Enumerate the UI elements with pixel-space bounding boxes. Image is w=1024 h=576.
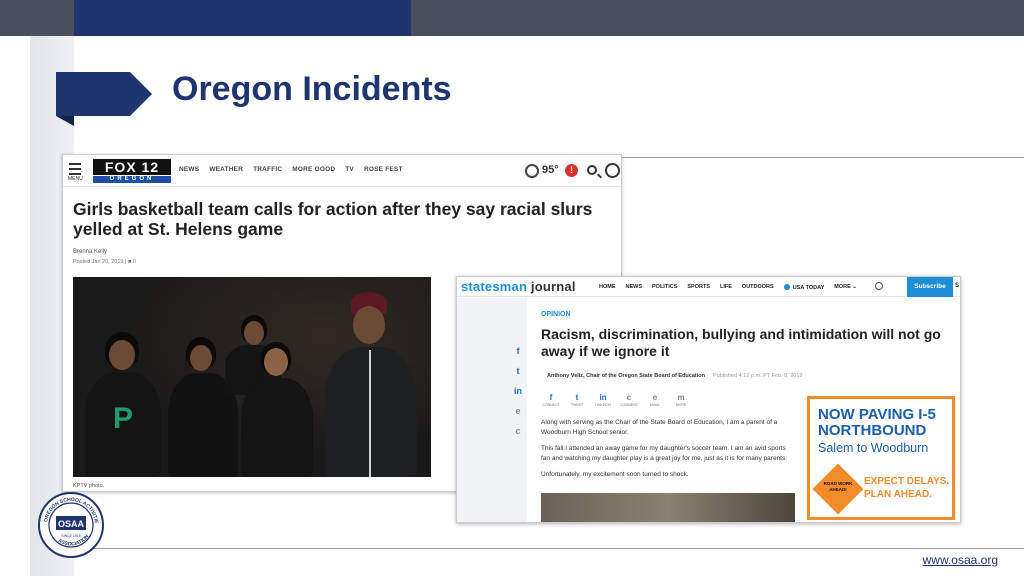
published-date: Published 4:12 p.m. PT Feb. 8, 2019 [712, 373, 803, 379]
sj-nav-home[interactable]: HOME [599, 284, 616, 291]
chevron-down-icon: ⌄ [852, 284, 857, 290]
sj-nav-usa-today[interactable]: USA TODAY [783, 284, 825, 291]
ad-warning: EXPECT DELAYS. PLAN AHEAD. [864, 476, 950, 500]
player-figure [321, 292, 421, 477]
sj-nav-cutoff-letter: S [955, 283, 960, 289]
fox12-weather-widget: 95° ! [525, 162, 621, 180]
share-linkedin-button[interactable]: in LINKEDIN [593, 393, 613, 407]
sun-icon [525, 164, 539, 178]
sj-nav-news[interactable]: NEWS [626, 284, 643, 291]
usa-today-dot-icon [783, 284, 790, 290]
statesman-byline: Anthony Veliz, Chair of the Oregon State… [547, 373, 802, 379]
article-body: Along with serving as the Chair of the S… [541, 418, 793, 486]
search-icon[interactable] [875, 282, 883, 290]
side-share-bar: f t in e c [512, 345, 526, 445]
fox12-team-photo: P [73, 277, 431, 477]
footer-divider-line [74, 548, 1024, 549]
subscribe-button[interactable]: Subscribe [907, 277, 953, 297]
osaa-seal-logo: OREGON SCHOOL ACTIVITIES ASSOCIATION OSA… [38, 492, 104, 558]
comment-icon: c [626, 393, 632, 402]
facebook-icon: f [549, 393, 553, 402]
page-title: Oregon Incidents [172, 70, 452, 108]
player-figure [241, 342, 313, 477]
statesman-nav-links: HOME NEWS POLITICS SPORTS LIFE OUTDOORS … [599, 284, 857, 291]
fox12-posted-text: Posted Jan 20, 2019 [73, 259, 124, 265]
user-icon[interactable] [605, 163, 620, 178]
share-facebook-button[interactable]: f CONNECT [541, 393, 561, 407]
temperature: 95° [542, 164, 559, 176]
byline-author: Anthony Veliz, Chair of the Oregon State… [547, 373, 705, 379]
sj-nav-politics[interactable]: POLITICS [652, 284, 677, 291]
fox12-logo: FOX 12 OREGON [93, 159, 171, 183]
logo-word-statesman: statesman [461, 279, 528, 294]
fox12-photo-caption: KPTV photo. [73, 483, 105, 489]
share-comment-button[interactable]: c COMMENT [619, 393, 639, 407]
ad-headline: NOW PAVING I-5 NORTHBOUND [818, 406, 936, 439]
more-icon: m [677, 393, 685, 402]
top-bar-left [0, 0, 74, 36]
fox12-comment-count: 0 [132, 259, 136, 265]
linkedin-icon[interactable]: in [512, 385, 524, 397]
sj-nav-outdoors[interactable]: OUTDOORS [742, 284, 774, 291]
statesman-navbar: statesman journal HOME NEWS POLITICS SPO… [457, 277, 960, 297]
road-work-sign-text: ROAD WORK AHEAD! [823, 481, 853, 492]
sj-nav-life[interactable]: LIFE [720, 284, 732, 291]
article-photo [541, 493, 795, 522]
footer-website-link[interactable]: www.osaa.org [923, 553, 998, 567]
seal-since-text: SINCE 1918 [61, 534, 81, 538]
search-icon[interactable] [587, 165, 597, 175]
menu-label: MENU [68, 176, 83, 182]
share-more-button[interactable]: m MORE [671, 393, 691, 407]
fox12-logo-bottom: OREGON [93, 176, 171, 183]
twitter-icon: t [575, 393, 579, 402]
top-bar-accent [74, 0, 411, 36]
odot-paving-ad[interactable]: NOW PAVING I-5 NORTHBOUND Salem to Woodb… [807, 396, 955, 520]
fox-nav-rose-fest[interactable]: ROSE FEST [364, 166, 403, 173]
statesman-headline: Racism, discrimination, bullying and int… [541, 326, 941, 359]
fox-nav-traffic[interactable]: TRAFFIC [253, 166, 282, 173]
player-figure: P [83, 332, 163, 477]
email-icon: e [652, 393, 658, 402]
sj-nav-more[interactable]: MORE ⌄ [834, 284, 857, 291]
fox-nav-more-good[interactable]: MORE GOOD [292, 166, 335, 173]
statesman-journal-logo[interactable]: statesman journal [461, 279, 576, 294]
facebook-icon[interactable]: f [512, 345, 524, 357]
fox-nav-news[interactable]: NEWS [179, 166, 199, 173]
share-buttons-row: f CONNECT t TWEET in LINKEDIN c COMMENT e EMA… [541, 393, 691, 407]
comment-icon: ■ [127, 259, 132, 265]
share-email-button[interactable]: e EMAIL [645, 393, 665, 407]
fox-nav-weather[interactable]: WEATHER [209, 166, 243, 173]
section-label[interactable]: OPINION [541, 311, 571, 318]
article-paragraph: This fall I attended an away game for my… [541, 445, 788, 462]
article-paragraph: Unfortunately, my excitement soon turned… [541, 471, 689, 478]
fox12-author: Brenna Kelly [73, 249, 108, 255]
alert-icon[interactable]: ! [565, 164, 578, 177]
logo-word-journal: journal [527, 279, 576, 294]
fox-nav-tv[interactable]: TV [345, 166, 354, 173]
divider-line [622, 157, 1024, 158]
sj-nav-sports[interactable]: SPORTS [687, 284, 710, 291]
fox12-navbar: MENU FOX 12 OREGON NEWS WEATHER TRAFFIC … [63, 155, 621, 187]
fox12-nav-links: NEWS WEATHER TRAFFIC MORE GOOD TV ROSE F… [179, 166, 403, 173]
more-label: MORE [834, 284, 851, 290]
ad-route: Salem to Woodburn [818, 441, 929, 455]
twitter-icon[interactable]: t [512, 365, 524, 377]
fox12-headline: Girls basketball team calls for action a… [73, 199, 593, 239]
seal-center-text: OSAA [58, 519, 85, 529]
article-paragraph: Along with serving as the Chair of the S… [541, 419, 778, 436]
title-arrow-marker [56, 72, 152, 126]
fox12-posted-date: Posted Jan 20, 2019 | ■ 0 [73, 259, 136, 265]
slide: Oregon Incidents www.osaa.org OREGON SCH… [0, 0, 1024, 576]
share-twitter-button[interactable]: t TWEET [567, 393, 587, 407]
email-icon[interactable]: e [512, 405, 524, 417]
comment-icon[interactable]: c [512, 425, 524, 437]
top-bar-right [411, 0, 1024, 36]
statesman-journal-screenshot: statesman journal HOME NEWS POLITICS SPO… [456, 276, 961, 523]
usa-today-label: USA TODAY [792, 285, 825, 291]
fox12-logo-top: FOX 12 [93, 159, 171, 175]
linkedin-icon: in [599, 393, 607, 402]
